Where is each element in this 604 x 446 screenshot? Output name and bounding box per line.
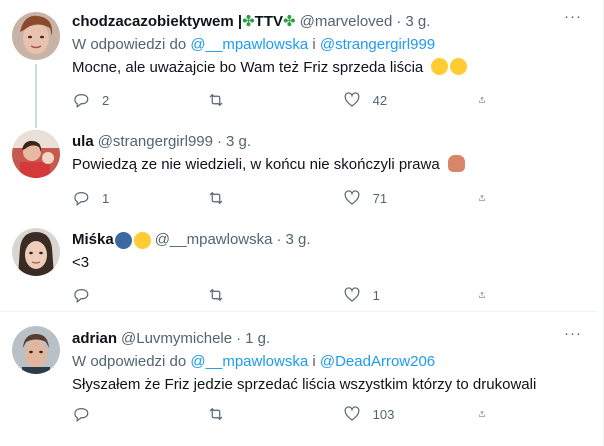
- tweet-text: Słyszałem że Friz jedzie sprzedać liścia…: [72, 376, 537, 393]
- share-icon: [479, 96, 485, 103]
- timestamp[interactable]: 1 g.: [245, 329, 270, 349]
- tweet[interactable]: adrian @Luvmymichele · 1 g. ··· W odpowi…: [0, 312, 597, 446]
- avatar[interactable]: [12, 326, 60, 374]
- heart-icon: [344, 92, 360, 107]
- avatar[interactable]: [12, 228, 60, 276]
- person-tipping-hand-emoji-icon: [447, 155, 465, 172]
- user-handle[interactable]: @marveloved: [300, 12, 393, 32]
- retweet-button[interactable]: [207, 285, 287, 305]
- tweet-text: Mocne, ale uważajcie bo Wam też Friz spr…: [72, 58, 583, 78]
- retweet-button[interactable]: [207, 404, 287, 424]
- reply-context: W odpowiedzi do @__mpawlowska i @DeadArr…: [72, 352, 583, 372]
- retweet-button[interactable]: [207, 188, 287, 208]
- reply-icon: [74, 289, 89, 303]
- reply-icon: [74, 408, 89, 422]
- separator-dot: ·: [276, 231, 282, 248]
- avatar[interactable]: [12, 130, 60, 178]
- timestamp[interactable]: 3 g.: [285, 230, 310, 250]
- reply-and: i: [308, 353, 320, 370]
- like-button[interactable]: 42: [343, 90, 423, 110]
- reply-button[interactable]: [72, 404, 152, 424]
- like-button[interactable]: 1: [343, 285, 423, 305]
- reply-prefix: W odpowiedzi do: [72, 353, 191, 370]
- conversation-thread: chodzacazobiektywem | ✤ TTV ✤ @marvelove…: [0, 0, 604, 446]
- zany-face-emoji-icon: [133, 231, 151, 249]
- like-count: 42: [372, 92, 388, 108]
- reply-count: 1: [102, 190, 110, 206]
- tweet-actions: 1 71: [72, 188, 498, 208]
- tweet[interactable]: Miśka @__mpawlowska · 3 g. <3 1: [0, 212, 597, 311]
- display-name-suffix[interactable]: TTV: [255, 12, 283, 32]
- share-button[interactable]: [478, 90, 498, 110]
- share-icon: [479, 410, 485, 417]
- speaking-head-emoji-icon: [114, 231, 132, 249]
- retweet-button[interactable]: [207, 90, 287, 110]
- share-button[interactable]: [478, 404, 498, 424]
- timestamp[interactable]: 3 g.: [226, 132, 251, 152]
- more-icon[interactable]: ···: [563, 326, 583, 347]
- tweet-text-content: Mocne, ale uważajcie bo Wam też Friz spr…: [72, 59, 424, 76]
- reply-prefix: W odpowiedzi do: [72, 36, 191, 53]
- reply-user-link[interactable]: @__mpawlowska: [190, 36, 308, 53]
- like-button[interactable]: 103: [343, 404, 423, 424]
- tweet-actions: 2 42: [72, 90, 498, 110]
- separator-dot: ·: [216, 133, 222, 150]
- display-name[interactable]: chodzacazobiektywem |: [72, 12, 242, 32]
- separator-dot: ·: [236, 330, 242, 347]
- thread-connector: [35, 116, 37, 128]
- reply-user-link[interactable]: @__mpawlowska: [190, 353, 308, 370]
- reply-and: i: [308, 36, 320, 53]
- like-count: 103: [372, 406, 395, 422]
- reply-button[interactable]: [72, 285, 152, 305]
- tweet-text: Powiedzą ze nie wiedzieli, w końcu nie s…: [72, 155, 583, 175]
- retweet-icon: [209, 93, 223, 107]
- tweet-text: <3: [72, 254, 90, 271]
- laughing-emoji-icon: [450, 58, 468, 75]
- reply-context: W odpowiedzi do @__mpawlowska i @strange…: [72, 35, 583, 55]
- user-handle[interactable]: @Luvmymichele: [121, 329, 232, 349]
- heart-icon: [344, 406, 360, 421]
- reply-button[interactable]: 2: [72, 90, 152, 110]
- separator-dot: ·: [396, 13, 402, 30]
- reply-user-link[interactable]: @DeadArrow206: [320, 353, 435, 370]
- share-icon: [479, 194, 485, 201]
- user-handle[interactable]: @__mpawlowska: [155, 230, 273, 250]
- tweet[interactable]: chodzacazobiektywem | ✤ TTV ✤ @marvelove…: [0, 0, 597, 116]
- tweet-actions: 103: [72, 404, 498, 424]
- thread-connector: [35, 64, 37, 116]
- more-icon[interactable]: ···: [563, 9, 583, 30]
- tweet-actions: 1: [72, 285, 498, 305]
- clover-icon: ✤: [283, 13, 296, 30]
- timestamp[interactable]: 3 g.: [405, 12, 430, 32]
- tweet[interactable]: ula @strangergirl999 · 3 g. Powiedzą ze …: [0, 116, 597, 212]
- share-icon: [479, 291, 485, 298]
- heart-icon: [344, 287, 360, 302]
- share-button[interactable]: [478, 188, 498, 208]
- reply-count: 2: [102, 92, 110, 108]
- share-button[interactable]: [478, 285, 498, 305]
- retweet-icon: [209, 191, 223, 205]
- display-name[interactable]: adrian: [72, 329, 117, 349]
- retweet-icon: [209, 288, 223, 302]
- display-name[interactable]: Miśka: [72, 230, 114, 250]
- user-handle[interactable]: @strangergirl999: [98, 132, 213, 152]
- reply-user-link[interactable]: @strangergirl999: [320, 36, 435, 53]
- like-count: 1: [372, 287, 380, 303]
- reply-button[interactable]: 1: [72, 188, 152, 208]
- laughing-emoji-icon: [431, 58, 449, 75]
- display-name[interactable]: ula: [72, 132, 94, 152]
- retweet-icon: [209, 407, 223, 421]
- like-button[interactable]: 71: [343, 188, 423, 208]
- reply-icon: [74, 94, 89, 108]
- avatar[interactable]: [12, 12, 60, 60]
- tweet-text-content: Powiedzą ze nie wiedzieli, w końcu nie s…: [72, 156, 440, 173]
- like-count: 71: [372, 190, 388, 206]
- heart-icon: [344, 190, 360, 205]
- reply-icon: [74, 192, 89, 206]
- clover-icon: ✤: [242, 13, 255, 30]
